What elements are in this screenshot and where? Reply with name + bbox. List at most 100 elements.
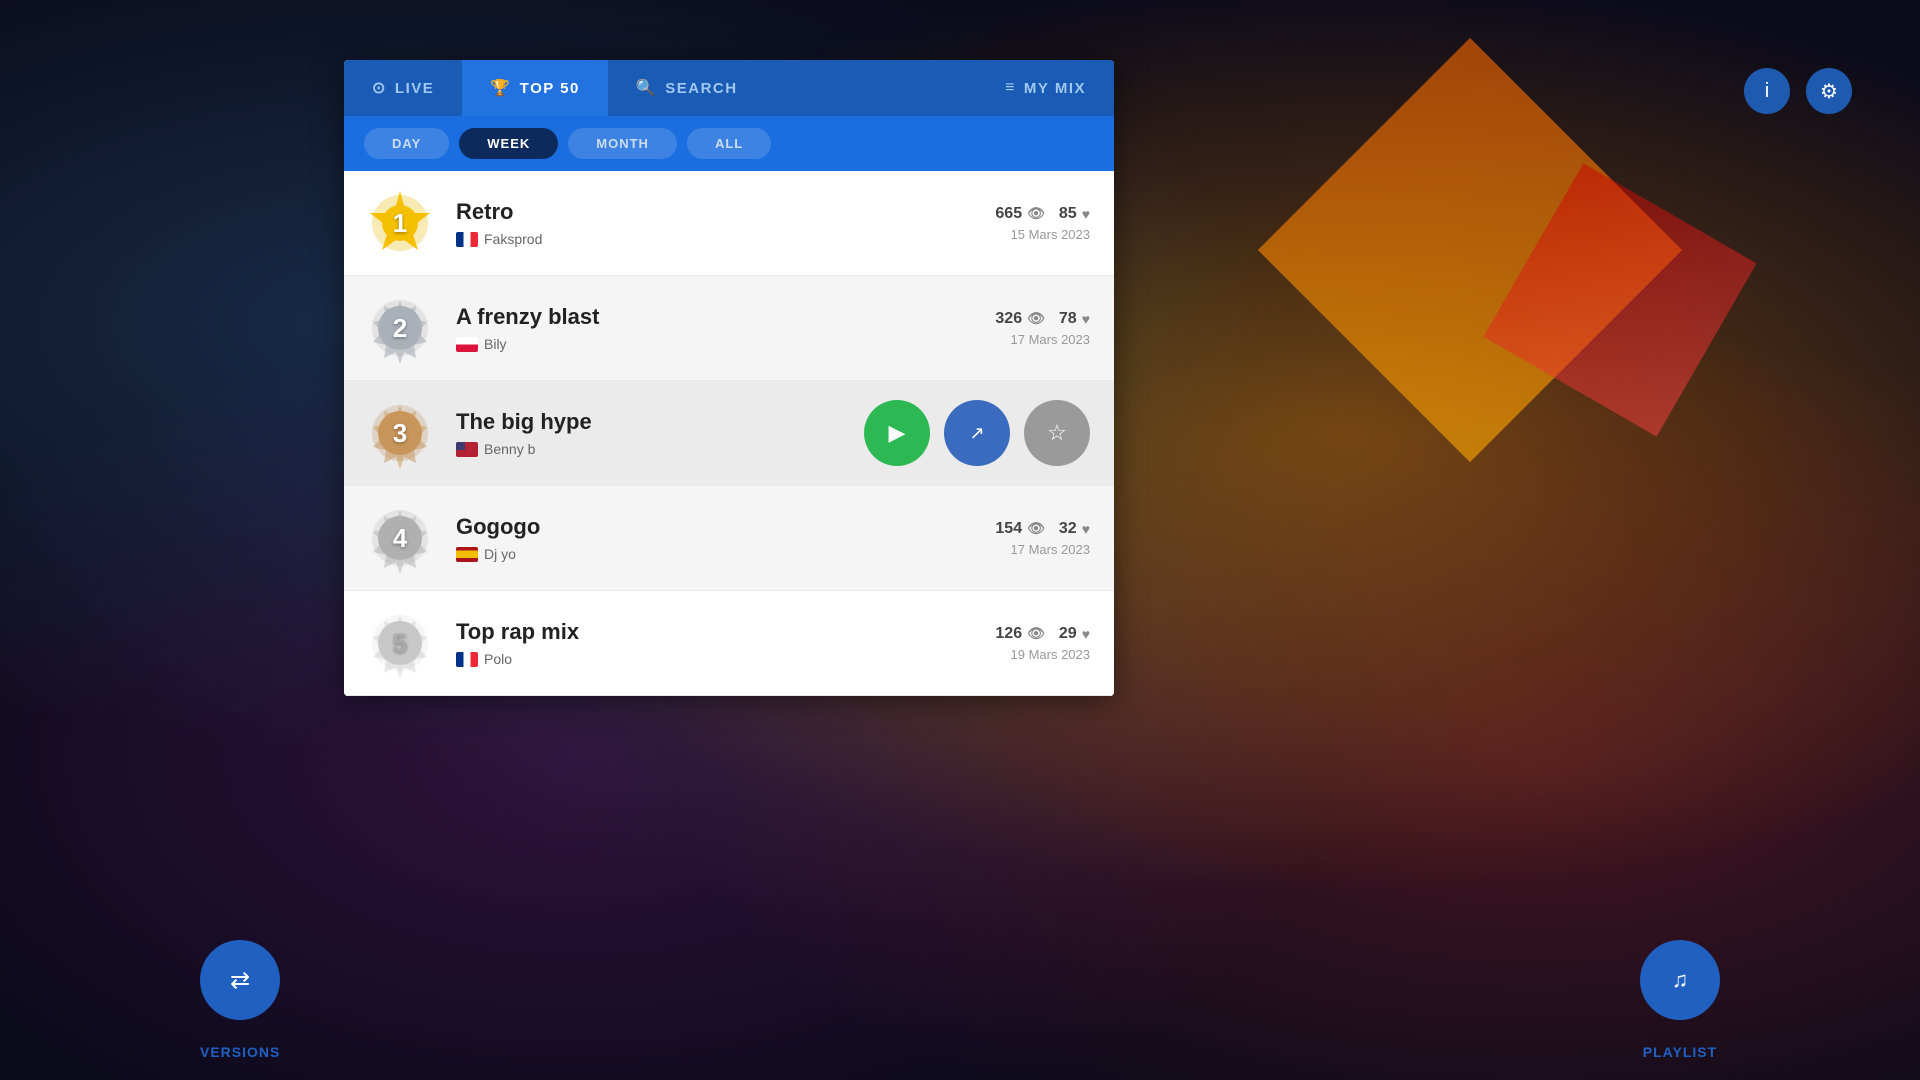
versions-arrows-icon: ⇄ bbox=[230, 966, 250, 995]
eye-icon-1: 👁 bbox=[1027, 205, 1045, 222]
play-button[interactable]: ▶ bbox=[864, 400, 930, 466]
views-5: 126 👁 bbox=[995, 625, 1044, 643]
nav-search[interactable]: 🔍 SEARCH bbox=[608, 60, 766, 116]
playlist-label: PLAYLIST bbox=[1640, 1044, 1720, 1060]
views-1: 665 👁 bbox=[995, 205, 1044, 223]
favorite-button[interactable]: ☆ bbox=[1024, 400, 1090, 466]
playlist-button[interactable]: ♫ bbox=[1640, 940, 1720, 1020]
rank-badge-1: 1 bbox=[364, 187, 436, 259]
track-info-2: A frenzy blast Bily bbox=[456, 304, 930, 352]
stats-row-1: 665 👁 85 ♥ bbox=[930, 205, 1090, 223]
track-row-2[interactable]: 2 A frenzy blast Bily 326 👁 78 ♥ bbox=[344, 276, 1114, 381]
filter-month[interactable]: MONTH bbox=[568, 128, 677, 159]
rank-badge-5: 5 bbox=[364, 607, 436, 679]
track-name-1: Retro bbox=[456, 199, 930, 225]
track-stats-4: 154 👁 32 ♥ 17 Mars 2023 bbox=[930, 520, 1090, 557]
track-info-5: Top rap mix Polo bbox=[456, 619, 930, 667]
heart-icon-5: ♥ bbox=[1082, 626, 1090, 642]
track-name-2: A frenzy blast bbox=[456, 304, 930, 330]
flag-1 bbox=[456, 232, 478, 247]
stats-row-2: 326 👁 78 ♥ bbox=[930, 310, 1090, 328]
likes-count-5: 29 bbox=[1059, 625, 1077, 643]
track-author-2: Bily bbox=[456, 336, 930, 352]
track-date-2: 17 Mars 2023 bbox=[930, 332, 1090, 347]
track-row-3[interactable]: 3 The big hype Benny b ▶ ↗ ☆ bbox=[344, 381, 1114, 486]
eye-icon-5: 👁 bbox=[1027, 625, 1045, 642]
settings-button[interactable]: ⚙ bbox=[1806, 68, 1852, 114]
settings-icon: ⚙ bbox=[1820, 79, 1838, 104]
eye-icon-4: 👁 bbox=[1027, 520, 1045, 537]
info-button[interactable]: i bbox=[1744, 68, 1790, 114]
share-icon: ↗ bbox=[969, 423, 984, 444]
track-stats-2: 326 👁 78 ♥ 17 Mars 2023 bbox=[930, 310, 1090, 347]
track-info-1: Retro Faksprod bbox=[456, 199, 930, 247]
star-icon: ☆ bbox=[1047, 420, 1067, 446]
stats-row-5: 126 👁 29 ♥ bbox=[930, 625, 1090, 643]
track-info-3: The big hype Benny b bbox=[456, 409, 864, 457]
flag-4 bbox=[456, 547, 478, 562]
action-overlay-3: ▶ ↗ ☆ bbox=[864, 400, 1090, 466]
filter-day[interactable]: DAY bbox=[364, 128, 449, 159]
track-row-5[interactable]: 5 Top rap mix Polo 126 👁 29 ♥ bbox=[344, 591, 1114, 696]
rank-badge-4: 4 bbox=[364, 502, 436, 574]
track-name-5: Top rap mix bbox=[456, 619, 930, 645]
rank-number-5: 5 bbox=[393, 630, 407, 656]
views-count-5: 126 bbox=[995, 625, 1022, 643]
nav-top50[interactable]: 🏆 TOP 50 bbox=[462, 60, 608, 116]
trophy-icon: 🏆 bbox=[490, 78, 511, 98]
mymix-icon: ≡ bbox=[1005, 79, 1016, 97]
author-name-4: Dj yo bbox=[484, 546, 516, 562]
track-info-4: Gogogo Dj yo bbox=[456, 514, 930, 562]
views-2: 326 👁 bbox=[995, 310, 1044, 328]
nav-mymix[interactable]: ≡ MY MIX bbox=[977, 60, 1114, 116]
rank-number-2: 2 bbox=[393, 315, 407, 341]
play-icon: ▶ bbox=[889, 420, 906, 446]
live-icon: ⊙ bbox=[372, 78, 387, 98]
nav-mymix-label: MY MIX bbox=[1024, 80, 1086, 97]
track-stats-5: 126 👁 29 ♥ 19 Mars 2023 bbox=[930, 625, 1090, 662]
rank-number-4: 4 bbox=[393, 525, 407, 551]
eye-icon-2: 👁 bbox=[1027, 310, 1045, 327]
main-panel: ⊙ LIVE 🏆 TOP 50 🔍 SEARCH ≡ MY MIX DAY WE… bbox=[344, 60, 1114, 696]
nav-live-label: LIVE bbox=[395, 80, 434, 97]
heart-icon-4: ♥ bbox=[1082, 521, 1090, 537]
author-name-5: Polo bbox=[484, 651, 512, 667]
flag-2 bbox=[456, 337, 478, 352]
versions-button[interactable]: ⇄ bbox=[200, 940, 280, 1020]
views-count-1: 665 bbox=[995, 205, 1022, 223]
likes-4: 32 ♥ bbox=[1059, 520, 1090, 538]
share-button[interactable]: ↗ bbox=[944, 400, 1010, 466]
flag-5 bbox=[456, 652, 478, 667]
nav-top50-label: TOP 50 bbox=[520, 80, 580, 97]
likes-1: 85 ♥ bbox=[1059, 205, 1090, 223]
filter-bar: DAY WEEK MONTH ALL bbox=[344, 116, 1114, 171]
track-stats-1: 665 👁 85 ♥ 15 Mars 2023 bbox=[930, 205, 1090, 242]
author-name-1: Faksprod bbox=[484, 231, 542, 247]
views-count-2: 326 bbox=[995, 310, 1022, 328]
views-4: 154 👁 bbox=[995, 520, 1044, 538]
likes-count-4: 32 bbox=[1059, 520, 1077, 538]
track-list: 1 Retro Faksprod 665 👁 85 ♥ bbox=[344, 171, 1114, 696]
playlist-icon: ♫ bbox=[1672, 967, 1689, 993]
versions-label: VERSIONS bbox=[200, 1044, 280, 1060]
heart-icon-2: ♥ bbox=[1082, 311, 1090, 327]
track-row-4[interactable]: 4 Gogogo Dj yo 154 👁 32 ♥ bbox=[344, 486, 1114, 591]
likes-5: 29 ♥ bbox=[1059, 625, 1090, 643]
heart-icon-1: ♥ bbox=[1082, 206, 1090, 222]
search-icon: 🔍 bbox=[636, 78, 657, 98]
author-name-2: Bily bbox=[484, 336, 507, 352]
nav-bar: ⊙ LIVE 🏆 TOP 50 🔍 SEARCH ≡ MY MIX bbox=[344, 60, 1114, 116]
track-author-4: Dj yo bbox=[456, 546, 930, 562]
likes-count-2: 78 bbox=[1059, 310, 1077, 328]
info-icon: i bbox=[1765, 80, 1769, 103]
track-name-4: Gogogo bbox=[456, 514, 930, 540]
rank-badge-3: 3 bbox=[364, 397, 436, 469]
track-date-5: 19 Mars 2023 bbox=[930, 647, 1090, 662]
filter-all[interactable]: ALL bbox=[687, 128, 771, 159]
nav-live[interactable]: ⊙ LIVE bbox=[344, 60, 462, 116]
flag-3 bbox=[456, 442, 478, 457]
rank-number-3: 3 bbox=[393, 420, 407, 446]
author-name-3: Benny b bbox=[484, 441, 535, 457]
filter-week[interactable]: WEEK bbox=[459, 128, 558, 159]
track-row-1[interactable]: 1 Retro Faksprod 665 👁 85 ♥ bbox=[344, 171, 1114, 276]
